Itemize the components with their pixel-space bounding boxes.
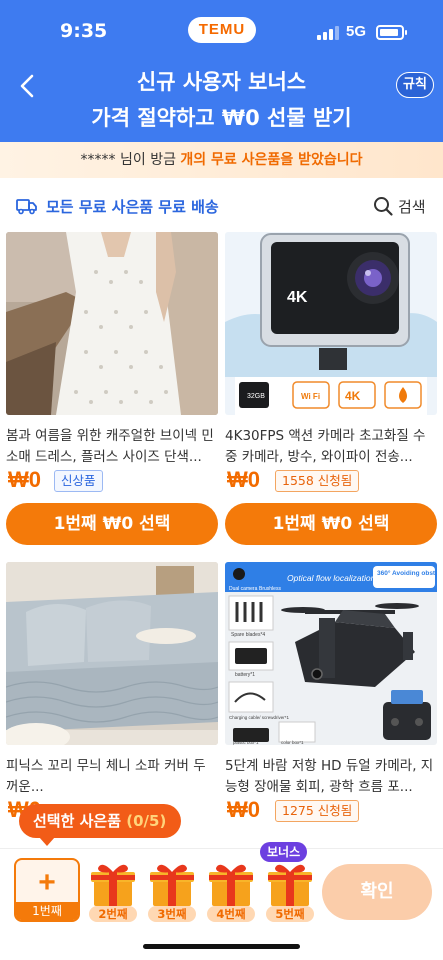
gift-slot-label: 3번째 (148, 906, 196, 922)
svg-text:4K: 4K (345, 389, 361, 403)
notice-prefix: ***** 님이 방금 (80, 152, 181, 168)
product-image[interactable]: 4K 32GB Wi Fi 4K (225, 232, 437, 415)
selected-gifts-text: 선택한 사은품 (33, 812, 122, 830)
tray-label-pointer (39, 837, 55, 846)
gift-slot-1[interactable]: + 1번째 (14, 858, 80, 922)
gift-slot-3[interactable]: 3번째 (147, 862, 197, 922)
brand-logo: TEMU (188, 17, 256, 43)
svg-text:32GB: 32GB (247, 393, 265, 400)
svg-text:Dual camera: Dual camera (229, 586, 258, 592)
search-button[interactable]: 검색 (398, 196, 426, 217)
plus-icon: + (38, 866, 56, 899)
select-gift-button[interactable]: 1번째 ₩0 선택 (225, 503, 437, 545)
svg-text:Spare blades*4: Spare blades*4 (231, 632, 265, 638)
product-price: ₩0 (227, 797, 260, 822)
svg-text:color box*1: color box*1 (281, 740, 304, 745)
applied-count-badge: 1558 신청됨 (275, 470, 360, 492)
camera-logo-text: 4K (287, 289, 308, 306)
filter-bar: 모든 무료 사은품 무료 배송 검색 (0, 188, 443, 224)
new-badge: 신상품 (54, 470, 103, 492)
applied-count-badge: 1275 신청됨 (275, 800, 360, 822)
product-image[interactable] (6, 562, 218, 745)
confirm-button[interactable]: 확인 (322, 864, 432, 920)
gift-slot-2[interactable]: 2번째 (88, 862, 138, 922)
status-time: 9:35 (60, 20, 108, 42)
page-subtitle: 가격 절약하고 ₩0 선물 받기 (91, 106, 352, 130)
bonus-tag: 보너스 (260, 842, 308, 862)
product-name: 봄과 여름을 위한 캐주얼한 브이넥 민소매 드레스, 플러스 사이즈 단색..… (6, 428, 214, 465)
gift-box-icon (268, 864, 312, 906)
gift-box-icon (91, 864, 135, 906)
page-title: 신규 사용자 보너스 (136, 70, 307, 94)
battery-icon (376, 25, 407, 40)
free-shipping-label: 모든 무료 사은품 무료 배송 (46, 198, 219, 216)
svg-text:battery*1: battery*1 (235, 672, 255, 678)
gift-slot-label: 4번째 (207, 906, 255, 922)
home-indicator[interactable] (143, 944, 300, 949)
svg-text:Charging cable/ screwdriver*1: Charging cable/ screwdriver*1 (229, 715, 290, 720)
gift-slot-label: 1번째 (16, 902, 78, 920)
svg-text:360° Avoiding obstacles: 360° Avoiding obstacles (377, 569, 437, 577)
svg-text:Optical flow localization: Optical flow localization (287, 573, 376, 583)
product-image[interactable]: Optical flow localization 360° Avoiding … (225, 562, 437, 745)
product-price: ₩0 (8, 467, 41, 492)
rules-button[interactable]: 규칙 (396, 72, 434, 98)
truck-icon (16, 199, 37, 215)
product-name: 4K30FPS 액션 카메라 초고화질 수중 카메라, 방수, 와이파이 전송.… (225, 428, 426, 465)
product-name: 5단계 바람 저항 HD 듀얼 카메라, 지능형 장애물 회피, 광학 흐름 포… (225, 758, 434, 795)
gift-slot-5[interactable]: 5번째 (265, 862, 315, 922)
gift-slot-label: 5번째 (266, 906, 314, 922)
signal-icon (317, 26, 339, 40)
selected-gifts-label: 선택한 사은품 (0/5) (19, 804, 181, 838)
gift-slot-4[interactable]: 4번째 (206, 862, 256, 922)
header: 9:35 TEMU 5G 신규 사용자 보너스 가격 절약하고 ₩0 선물 받기… (0, 0, 443, 142)
gift-box-icon (150, 864, 194, 906)
product-image[interactable] (6, 232, 218, 415)
gift-box-icon (209, 864, 253, 906)
svg-text:Wi Fi: Wi Fi (301, 392, 320, 401)
network-label: 5G (346, 23, 367, 40)
svg-text:plastic box*1: plastic box*1 (233, 740, 259, 745)
gift-slot-label: 2번째 (89, 906, 137, 922)
svg-text:Brushless: Brushless (259, 586, 281, 592)
product-name: 피닉스 꼬리 무늬 체니 소파 커버 두꺼운... (6, 758, 206, 795)
notice-highlight: 개의 무료 사은품을 받았습니다 (180, 152, 363, 168)
selected-gifts-count: (0/5) (126, 812, 167, 830)
product-price: ₩0 (227, 467, 260, 492)
select-gift-button[interactable]: 1번째 ₩0 선택 (6, 503, 218, 545)
search-icon[interactable] (372, 195, 394, 217)
claim-notice: ***** 님이 방금 개의 무료 사은품을 받았습니다 (0, 142, 443, 178)
